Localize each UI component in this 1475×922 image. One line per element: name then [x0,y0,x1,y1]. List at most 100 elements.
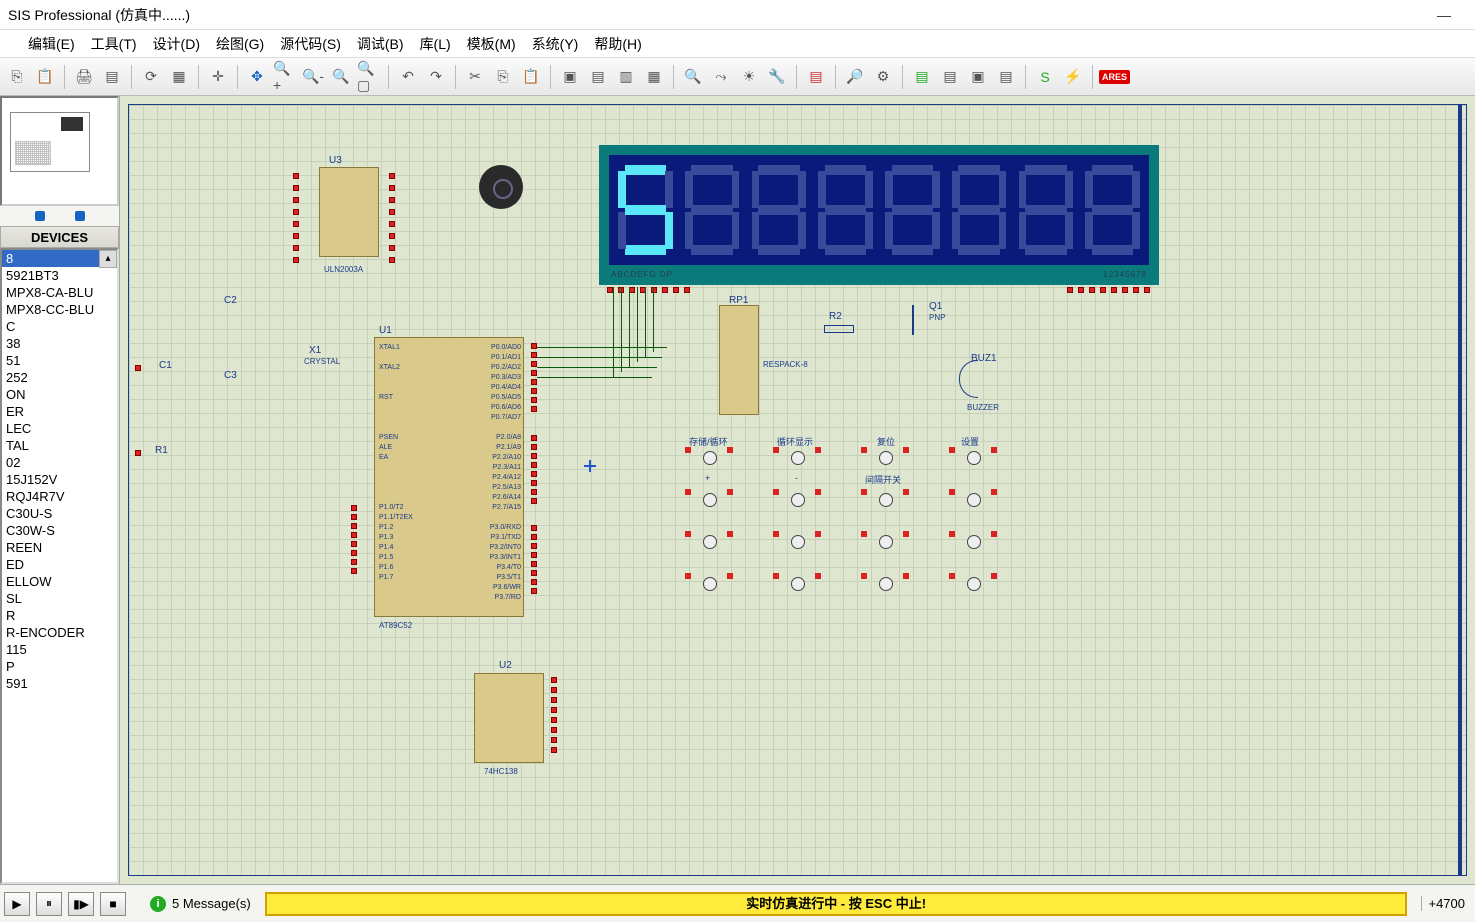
menu-help[interactable]: 帮助(H) [594,34,641,54]
block-rotate-icon[interactable]: ▥ [613,64,639,90]
bom-icon[interactable]: ▤ [909,64,935,90]
sim-pause-button[interactable]: ⏸ [36,892,62,916]
device-item[interactable]: 252 [2,369,117,386]
speaker-component[interactable] [479,165,523,209]
sheet-icon[interactable]: ▤ [803,64,829,90]
sim-play-button[interactable]: ▶ [4,892,30,916]
push-button[interactable] [689,491,729,511]
component-icon[interactable]: ☀ [736,64,762,90]
overview-panel[interactable] [0,96,119,206]
push-button[interactable] [865,449,905,469]
src-icon[interactable]: S [1032,64,1058,90]
redo-icon[interactable]: ↷ [423,64,449,90]
menu-library[interactable]: 库(L) [420,34,451,54]
mode-dot-2[interactable] [75,211,85,221]
ares-button[interactable]: ARES [1099,70,1130,84]
sim-step-button[interactable]: ▮▶ [68,892,94,916]
block-move-icon[interactable]: ▤ [585,64,611,90]
menu-system[interactable]: 系统(Y) [532,34,579,54]
resistor-pack[interactable] [719,305,759,415]
copy-icon[interactable]: ⎘ [4,64,30,90]
seven-seg-display[interactable]: ABCDEFG DP 12345678 [599,145,1159,285]
device-item[interactable]: TAL [2,437,117,454]
minimize-button[interactable]: ― [1421,7,1467,23]
device-item[interactable]: P [2,658,117,675]
grid-icon[interactable]: ▦ [166,64,192,90]
device-item[interactable]: ED [2,556,117,573]
device-item[interactable]: C30W-S [2,522,117,539]
push-button[interactable] [777,491,817,511]
chip-u3[interactable] [319,167,379,257]
buzzer[interactable] [959,360,989,400]
device-list[interactable]: ▴ 85921BT3MPX8-CA-BLUMPX8-CC-BLUC3851252… [0,248,119,884]
scroll-up-icon[interactable]: ▴ [99,250,117,268]
sim-stop-button[interactable]: ■ [100,892,126,916]
transistor-q1[interactable] [904,305,934,335]
device-item[interactable]: 591 [2,675,117,692]
pan-icon[interactable]: ✥ [244,64,270,90]
device-item[interactable]: 38 [2,335,117,352]
push-button[interactable] [689,533,729,553]
block-delete-icon[interactable]: ▦ [641,64,667,90]
menu-edit[interactable]: 编辑(E) [28,34,75,54]
build-icon[interactable]: ⚡ [1060,64,1086,90]
zoom-in-icon[interactable]: 🔍+ [272,64,298,90]
device-item[interactable]: RQJ4R7V [2,488,117,505]
device-item[interactable]: 15J152V [2,471,117,488]
config-icon[interactable]: ⚙ [870,64,896,90]
status-messages[interactable]: i 5 Message(s) [150,896,251,912]
pick-icon[interactable]: 🔍 [680,64,706,90]
menu-template[interactable]: 模板(M) [467,34,516,54]
block-copy-icon[interactable]: ▣ [557,64,583,90]
push-button[interactable] [777,533,817,553]
chip-u2[interactable] [474,673,544,763]
refresh-icon[interactable]: ⟳ [138,64,164,90]
menu-design[interactable]: 设计(D) [153,34,200,54]
device-item[interactable]: SL [2,590,117,607]
device-item[interactable]: C30U-S [2,505,117,522]
push-button[interactable] [865,491,905,511]
export-icon[interactable]: ▤ [993,64,1019,90]
find-icon[interactable]: 🔎 [842,64,868,90]
push-button[interactable] [689,449,729,469]
device-item[interactable]: 115 [2,641,117,658]
undo-icon[interactable]: ↶ [395,64,421,90]
device-item[interactable]: ELLOW [2,573,117,590]
schematic-canvas[interactable]: U3 ULN2003A C2 C1 C3 X1 CRYSTAL R1 U1 AT… [120,96,1475,884]
push-button[interactable] [865,575,905,595]
device-item[interactable]: REEN [2,539,117,556]
push-button[interactable] [953,491,993,511]
menu-debug[interactable]: 调试(B) [357,34,404,54]
paste2-icon[interactable]: 📋 [518,64,544,90]
print-icon[interactable]: 🖨 [71,64,97,90]
push-button[interactable] [953,575,993,595]
print-area-icon[interactable]: ▤ [99,64,125,90]
menu-source[interactable]: 源代码(S) [280,34,341,54]
zoom-fit-icon[interactable]: 🔍 [328,64,354,90]
erc-icon[interactable]: ▤ [937,64,963,90]
push-button[interactable] [953,533,993,553]
menu-draw[interactable]: 绘图(G) [216,34,264,54]
mode-dot-1[interactable] [35,211,45,221]
copy2-icon[interactable]: ⎘ [490,64,516,90]
device-item[interactable]: MPX8-CC-BLU [2,301,117,318]
push-button[interactable] [689,575,729,595]
cut-icon[interactable]: ✂ [462,64,488,90]
origin-icon[interactable]: ✛ [205,64,231,90]
device-item[interactable]: R-ENCODER [2,624,117,641]
menu-tools[interactable]: 工具(T) [91,34,137,54]
push-button[interactable] [777,449,817,469]
push-button[interactable] [777,575,817,595]
netlist-icon[interactable]: ▣ [965,64,991,90]
device-item[interactable]: C [2,318,117,335]
device-item[interactable]: LEC [2,420,117,437]
device-item[interactable]: ER [2,403,117,420]
device-item[interactable]: R [2,607,117,624]
push-button[interactable] [865,533,905,553]
tool-icon[interactable]: 🔧 [764,64,790,90]
device-item[interactable]: ON [2,386,117,403]
paste-icon[interactable]: 📋 [32,64,58,90]
resistor-r2[interactable] [824,325,854,333]
push-button[interactable] [953,449,993,469]
device-item[interactable]: 02 [2,454,117,471]
